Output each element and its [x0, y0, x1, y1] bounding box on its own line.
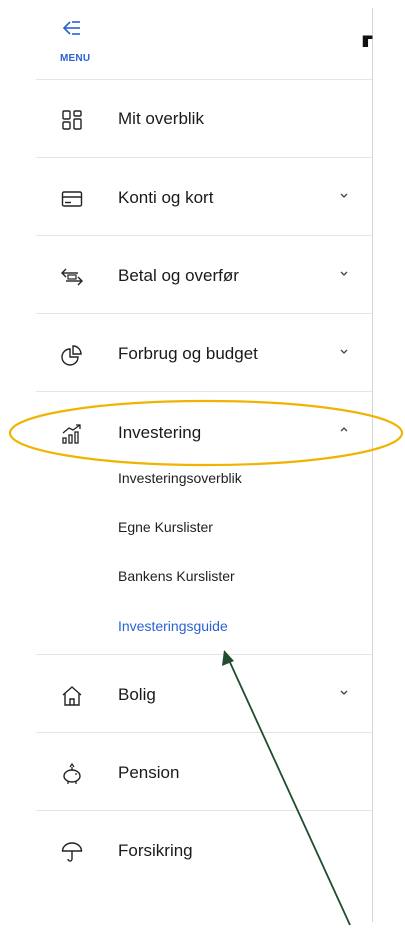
divider [36, 157, 372, 158]
chevron-down-icon [340, 271, 348, 276]
umbrella-icon [61, 842, 83, 862]
nav-item-investering[interactable]: Investering [0, 402, 372, 466]
menu-collapse-arrow-icon [62, 21, 80, 35]
nav-item-label: Konti og kort [118, 188, 214, 207]
chevron-down-icon [340, 193, 348, 198]
nav-item-label: Bolig [118, 685, 156, 704]
pie-chart-icon [61, 345, 82, 366]
credit-card-icon [61, 191, 83, 207]
nav-item-forsikring[interactable]: Forsikring [0, 820, 372, 884]
nav-item-konti-og-kort[interactable]: Konti og kort [0, 167, 372, 231]
nav-item-mit-overblik[interactable]: Mit overblik [0, 88, 372, 152]
subnav-item-investeringsoverblik[interactable]: Investeringsoverblik [118, 470, 242, 486]
divider [36, 391, 372, 392]
menu-toggle-label: MENU [60, 53, 91, 64]
transfer-arrows-icon [61, 268, 83, 286]
nav-item-forbrug-og-budget[interactable]: Forbrug og budget [0, 323, 372, 387]
divider [36, 654, 372, 655]
menu-toggle-button[interactable]: MENU [60, 18, 100, 68]
main-content-fragment: ⸢ [360, 30, 375, 68]
nav-item-label: Betal og overfør [118, 266, 239, 285]
nav-item-betal-og-overfor[interactable]: Betal og overfør [0, 245, 372, 309]
sidebar-edge [372, 8, 373, 922]
subnav-item-bankens-kurslister[interactable]: Bankens Kurslister [118, 568, 235, 584]
nav-item-label: Mit overblik [118, 109, 204, 128]
nav-item-label: Forsikring [118, 841, 193, 860]
investment-chart-icon [62, 424, 81, 444]
nav-item-label: Forbrug og budget [118, 344, 258, 363]
chevron-down-icon [340, 349, 348, 354]
divider [36, 235, 372, 236]
divider [36, 313, 372, 314]
sidebar-nav: MENU Mit overblik Konti og kort Betal og… [0, 0, 372, 922]
piggy-bank-icon [63, 762, 81, 784]
subnav-item-egne-kurslister[interactable]: Egne Kurslister [118, 519, 213, 535]
subnav-item-investeringsguide[interactable]: Investeringsguide [118, 618, 228, 634]
divider [36, 732, 372, 733]
nav-item-label: Investering [118, 423, 202, 442]
chevron-up-icon [340, 427, 348, 432]
divider [36, 79, 372, 80]
divider [36, 810, 372, 811]
nav-item-pension[interactable]: Pension [0, 742, 372, 806]
dashboard-grid-icon [62, 110, 82, 130]
house-icon [62, 686, 82, 706]
chevron-down-icon [340, 690, 348, 695]
nav-item-bolig[interactable]: Bolig [0, 664, 372, 728]
nav-item-label: Pension [118, 763, 180, 782]
